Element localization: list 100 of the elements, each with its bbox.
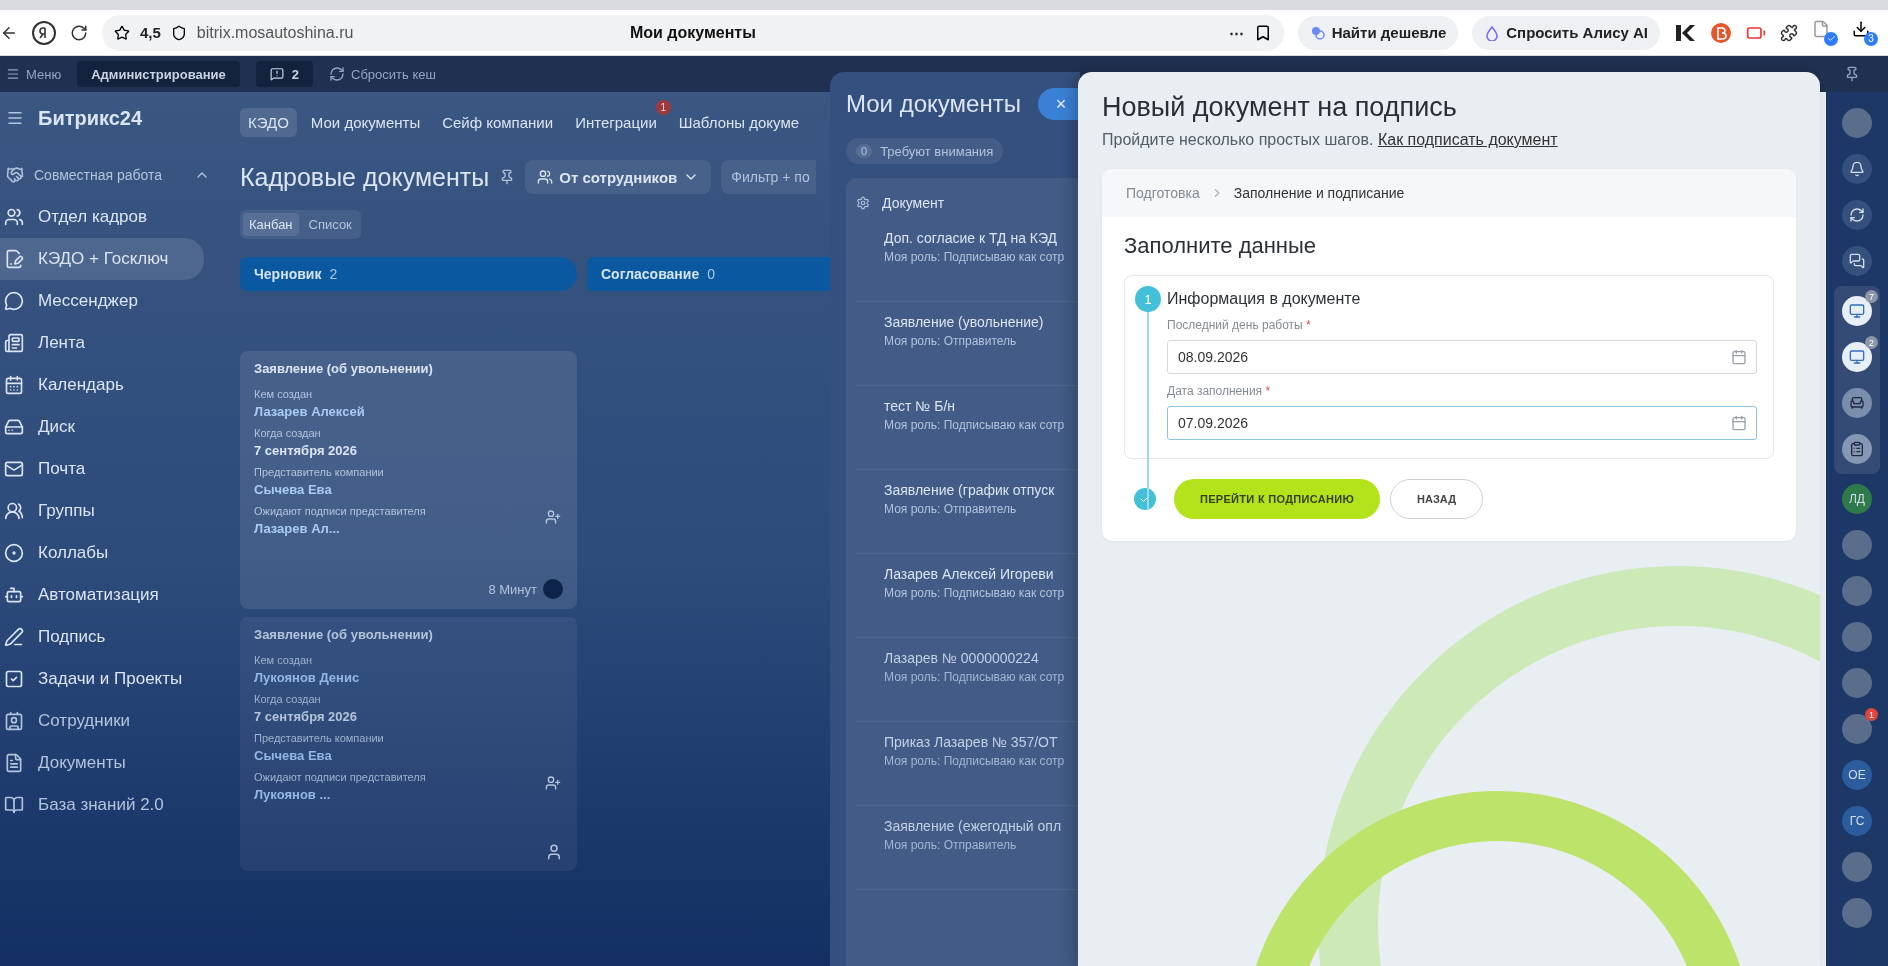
checkbox-icon <box>4 669 24 689</box>
document-title[interactable]: тест № Б/н <box>884 398 956 414</box>
pin-icon[interactable] <box>1844 66 1860 82</box>
sidebar-item[interactable]: Задачи и Проекты <box>0 658 204 700</box>
avatar-photo[interactable] <box>1842 108 1872 138</box>
source-filter-button[interactable]: От сотрудников <box>525 160 712 194</box>
browser-action-button[interactable]: Найти дешевле <box>1297 15 1459 50</box>
document-card[interactable]: Заявление (об увольнении) Кем создан Лазарев Алексей Когда создан 7 сентября 2026 Представитель компании Сычева Ева Ожидают подписи представителя Лазарев Ал... 8 Минут <box>240 351 577 609</box>
more-icon[interactable]: ⋯ <box>1228 23 1244 42</box>
field-label: Ожидают подписи представителя <box>254 505 426 517</box>
browser-action-button[interactable]: Спросить Алису AI <box>1472 15 1660 50</box>
breadcrumb-item[interactable]: Подготовка <box>1126 185 1200 201</box>
person-link[interactable]: Лазарев Ал... <box>254 521 340 536</box>
user-initials[interactable]: ГС <box>1842 806 1872 836</box>
puzzle-icon[interactable] <box>1780 23 1798 42</box>
person-link[interactable]: Лукоянов ... <box>254 787 331 802</box>
count-badge: 1 <box>1865 708 1878 721</box>
person-link[interactable]: Лукоянов Денис <box>254 670 360 685</box>
view-tab[interactable]: Канбан <box>243 213 299 236</box>
site-rating: 4,5 <box>140 24 161 41</box>
people-icon <box>4 501 24 521</box>
monitor-icon[interactable] <box>1842 296 1872 326</box>
document-title[interactable]: Лазарев Алексей Игореви <box>884 566 1054 582</box>
sidebar-item[interactable]: Автоматизация <box>0 574 204 616</box>
avatar-photo[interactable] <box>1842 898 1872 928</box>
date-input-field[interactable]: 07.09.2026 <box>1167 406 1757 440</box>
filter-field[interactable]: Фильтр + по <box>721 160 816 194</box>
back-button[interactable]: НАЗАД <box>1390 479 1484 519</box>
proceed-button[interactable]: ПЕРЕЙТИ К ПОДПИСАНИЮ <box>1174 479 1381 519</box>
reload-icon[interactable] <box>70 23 88 42</box>
document-card[interactable]: Заявление (об увольнении) Кем создан Лукоянов Денис Когда создан 7 сентября 2026 Представитель компании Сычева Ева Ожидают подписи представителя Лукоянов ... <box>240 617 577 871</box>
avatar-photo[interactable] <box>1842 714 1872 744</box>
browser-logo-icon[interactable] <box>32 20 56 45</box>
avatar-photo[interactable] <box>1842 668 1872 698</box>
book-icon <box>4 795 24 815</box>
person-link[interactable]: Сычева Ева <box>254 748 332 763</box>
extension-icon[interactable] <box>1710 21 1732 44</box>
menu-button[interactable]: Меню <box>6 66 62 82</box>
document-title[interactable]: Заявление (ежегодный опл <box>884 818 1062 834</box>
person-link[interactable]: Лазарев Алексей <box>254 404 365 419</box>
close-button[interactable]: × <box>1038 88 1080 120</box>
document-title[interactable]: Заявление (увольнение) <box>884 314 1044 330</box>
sidebar-item[interactable]: Группы <box>0 490 204 532</box>
field-label: Представитель компании <box>254 732 384 744</box>
help-link[interactable]: Как подписать документ <box>1377 131 1558 148</box>
nav-tab[interactable]: Мои документы <box>302 107 429 137</box>
avatar-photo[interactable] <box>1842 852 1872 882</box>
sidebar-item[interactable]: Календарь <box>0 364 204 406</box>
calendar-icon[interactable] <box>1731 349 1747 365</box>
page-heading: Кадровые документы <box>240 162 490 192</box>
monitor-icon[interactable] <box>1842 342 1872 372</box>
document-title[interactable]: Лазарев № 0000000224 <box>884 650 1039 666</box>
bell-icon[interactable] <box>1842 154 1872 184</box>
avatar-photo[interactable] <box>1842 576 1872 606</box>
add-person-icon[interactable] <box>545 509 561 525</box>
sidebar-item[interactable]: Отдел кадров <box>0 196 204 238</box>
tags-icon <box>1309 24 1326 41</box>
view-tab[interactable]: Список <box>302 213 358 236</box>
calendar-icon[interactable] <box>1731 415 1747 431</box>
chat-icon[interactable] <box>1842 246 1872 276</box>
sidebar-item[interactable]: База знаний 2.0 <box>0 784 204 826</box>
file-icon[interactable] <box>1812 19 1838 46</box>
clipboard-icon[interactable] <box>1842 434 1872 464</box>
panel-title: Мои документы <box>846 90 1021 118</box>
sidebar-item[interactable]: Сотрудники <box>0 700 204 742</box>
notifications-button[interactable]: 2 <box>255 61 313 87</box>
sidebar-item[interactable]: Диск <box>0 406 204 448</box>
document-title[interactable]: Заявление (график отпуск <box>884 482 1055 498</box>
breadcrumb-item[interactable]: Заполнение и подписание <box>1233 185 1405 201</box>
admin-button[interactable]: Администрирование <box>77 61 240 87</box>
address-bar[interactable]: 4,5 bitrix.mosautoshina.ru Мои документы ⋯ <box>102 14 1284 51</box>
sidebar-item[interactable]: Лента <box>0 322 204 364</box>
document-title[interactable]: Доп. согласие к ТД на КЭД <box>884 230 1058 246</box>
attention-filter[interactable]: 0 Требуют внимания <box>846 138 1004 164</box>
document-title[interactable]: Приказ Лазарев № 357/ОТ <box>884 734 1058 750</box>
sidebar-item[interactable]: Почта <box>0 448 204 490</box>
date-input-field[interactable]: 08.09.2026 <box>1167 340 1757 374</box>
avatar-photo[interactable] <box>1842 622 1872 652</box>
step-title: Информация в документе <box>1167 290 1361 308</box>
mail-icon <box>4 459 24 479</box>
sidebar-item[interactable]: Подпись <box>0 616 204 658</box>
sidebar-item[interactable]: КЭДО + Госключ <box>0 238 204 280</box>
k-logo-icon[interactable] <box>1674 22 1696 43</box>
app-logo[interactable]: Битрикс24 <box>38 106 143 130</box>
avatar-photo[interactable] <box>1842 530 1872 560</box>
user-initials[interactable]: ЛД <box>1842 484 1872 514</box>
reset-cache-button[interactable]: Сбросить кеш <box>329 66 436 82</box>
nav-tab[interactable]: КЭДО <box>240 107 297 137</box>
person-link[interactable]: Сычева Ева <box>254 482 332 497</box>
add-person-icon[interactable] <box>545 775 561 791</box>
chair-icon[interactable] <box>1842 388 1872 418</box>
column-count: 2 <box>329 266 338 282</box>
sidebar-item[interactable]: Мессенджер <box>0 280 204 322</box>
sidebar-item[interactable]: Коллабы <box>0 532 204 574</box>
menu-icon[interactable] <box>6 109 24 127</box>
sidebar-item[interactable]: Документы <box>0 742 204 784</box>
nav-tab[interactable]: Шаблоны докуме <box>670 107 808 137</box>
nav-tab[interactable]: Сейф компании <box>434 107 562 137</box>
settings-icon[interactable] <box>856 196 870 210</box>
user-initials[interactable]: ОЕ <box>1842 760 1872 790</box>
